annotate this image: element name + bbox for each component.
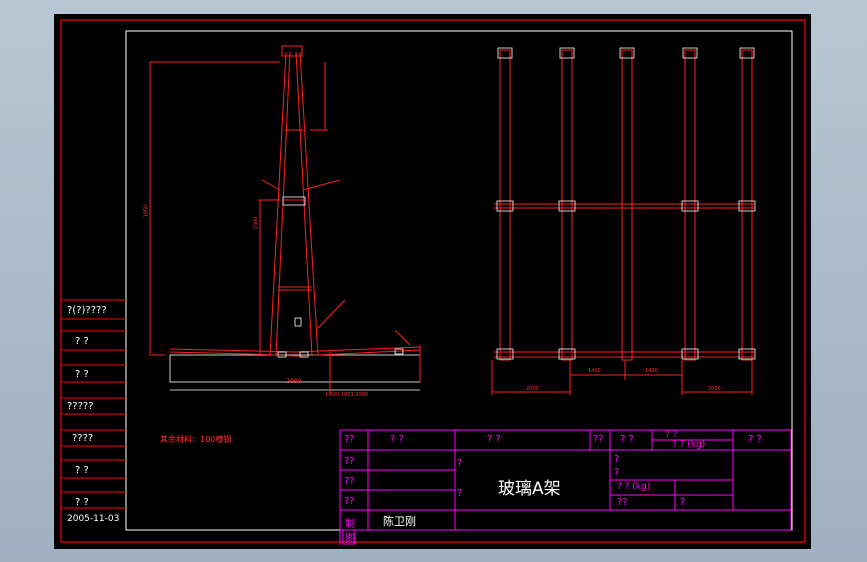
side-table-row-2: ? ? (75, 336, 89, 347)
tb-r4c2: ?? (617, 497, 628, 508)
side-table-row-3: ? ? (75, 369, 89, 380)
tb-r2c3: ? (614, 454, 620, 465)
side-table-row-4: ????? (67, 401, 94, 412)
side-width-dim: 2000 (286, 378, 302, 385)
bottom-dim-label: 1.000 1001 2000 (325, 392, 368, 398)
front-dim-1: 2000 (526, 386, 539, 392)
product-name: 玻璃A架 (498, 479, 561, 499)
tb-r2c4: ? (614, 467, 620, 478)
tb-r1c3: ? ? (487, 434, 501, 445)
tb-weight-1: ? ? (kg) (672, 440, 706, 450)
drawing-date: 2005-11-03 (67, 514, 120, 524)
tb-r1c4: ?? (593, 434, 604, 445)
drawing-canvas (54, 14, 811, 549)
tb-r4c1: ?? (344, 496, 355, 507)
side-table-row-6: ? ? (75, 465, 89, 476)
tb-r3c2: ? (457, 488, 463, 499)
tb-r4c3: ? (680, 497, 686, 508)
front-dim-2: 1400 (588, 368, 601, 374)
designer-name: 陈卫刚 (383, 515, 416, 528)
tb-r2c1: ?? (344, 456, 355, 467)
side-table-row-1: ?(?)???? (67, 305, 107, 316)
tb-weight-2: ? ? (kg) (617, 482, 651, 492)
drawing-sheet (54, 14, 811, 549)
tb-r1c7: ? ? (748, 434, 762, 445)
tb-r1c2: ? ? (390, 434, 404, 445)
side-table-row-5: ???? (72, 433, 94, 444)
vertical-dim-2: 2000 (253, 216, 260, 230)
tb-r1c5: ? ? (620, 434, 634, 445)
material-note: 其余材料：100槽钢 (160, 435, 232, 444)
side-table-row-7: ? ? (75, 497, 89, 508)
tb-r3c1: ?? (344, 476, 355, 487)
front-dim-3: 1400 (645, 368, 658, 374)
tb-r1c1: ?? (344, 434, 355, 445)
tb-r1c6: ? ? (665, 430, 678, 440)
tb-r5c2: 图 (345, 534, 355, 545)
tb-r5c1: 制 (345, 519, 355, 530)
height-dim: 1950 (143, 204, 150, 218)
tb-r2c2: ? (457, 458, 463, 469)
front-dim-4: 2000 (708, 386, 721, 392)
